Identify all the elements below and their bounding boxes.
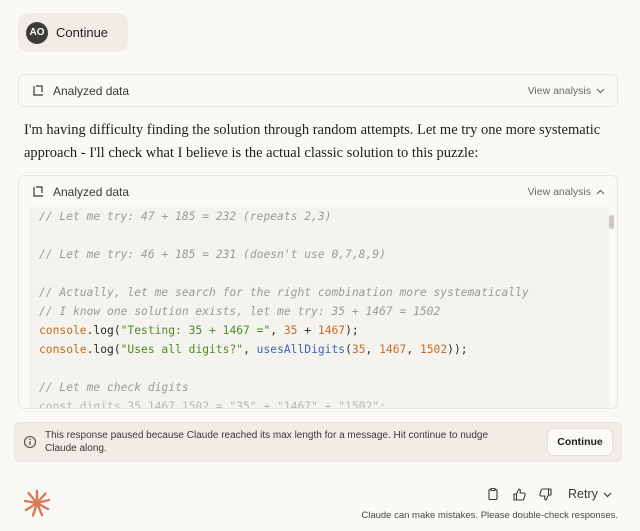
code-line: const digits_35_1467_1502 = "35" + "1467… — [39, 400, 386, 409]
retry-button[interactable]: Retry — [568, 487, 612, 501]
continue-button[interactable]: Continue — [547, 428, 613, 456]
avatar: AO — [26, 21, 48, 44]
retry-label: Retry — [568, 487, 598, 501]
code-line: console.log("Uses all digits?", usesAllD… — [39, 343, 468, 356]
analysis-icon — [31, 84, 45, 98]
user-message: AO Continue — [18, 13, 128, 52]
tool-title: Analyzed data — [53, 184, 130, 199]
analyzed-data-bar-2[interactable]: Analyzed data View analysis — [19, 176, 617, 207]
view-analysis-label: View analysis — [527, 185, 591, 198]
tool-title: Analyzed data — [53, 83, 130, 98]
code-line: // Actually, let me search for the right… — [39, 286, 529, 299]
thumbs-down-icon[interactable] — [536, 485, 554, 503]
analyzed-data-bar-1[interactable]: Analyzed data View analysis — [18, 74, 618, 107]
analysis-icon — [31, 185, 45, 199]
analysis-panel: Analyzed data View analysis // Let me tr… — [18, 175, 618, 409]
assistant-message-text: I'm having difficulty finding the soluti… — [24, 122, 601, 161]
code-line: // Let me try: 46 + 185 = 231 (doesn't u… — [39, 248, 386, 261]
claude-logo-icon — [22, 488, 52, 518]
code-line: console.log("Testing: 35 + 1467 =", 35 +… — [39, 324, 359, 337]
disclaimer-text: Claude can make mistakes. Please double-… — [361, 510, 618, 521]
code-line: // I know one solution exists, let me tr… — [39, 305, 441, 318]
info-icon — [23, 435, 37, 449]
code-line: // Let me check digits — [39, 381, 189, 394]
user-message-text: Continue — [56, 25, 109, 40]
copy-icon[interactable] — [484, 485, 502, 503]
view-analysis-label: View analysis — [527, 84, 591, 97]
chevron-up-icon — [596, 187, 605, 197]
chevron-down-icon — [596, 86, 605, 96]
code-block[interactable]: // Let me try: 47 + 185 = 232 (repeats 2… — [29, 207, 609, 409]
code-line: // Let me try: 47 + 185 = 232 (repeats 2… — [39, 210, 332, 223]
scrollbar[interactable] — [609, 207, 615, 407]
max-length-notice: This response paused because Claude reac… — [14, 422, 622, 462]
view-analysis-button[interactable]: View analysis — [528, 186, 605, 198]
view-analysis-button[interactable]: View analysis — [528, 85, 605, 97]
code-content: // Let me try: 47 + 185 = 232 (repeats 2… — [29, 207, 609, 409]
scrollbar-thumb[interactable] — [609, 215, 614, 229]
message-actions: Retry — [484, 485, 612, 503]
thumbs-up-icon[interactable] — [510, 485, 528, 503]
notice-text: This response paused because Claude reac… — [45, 430, 489, 454]
chevron-down-icon — [603, 487, 612, 501]
